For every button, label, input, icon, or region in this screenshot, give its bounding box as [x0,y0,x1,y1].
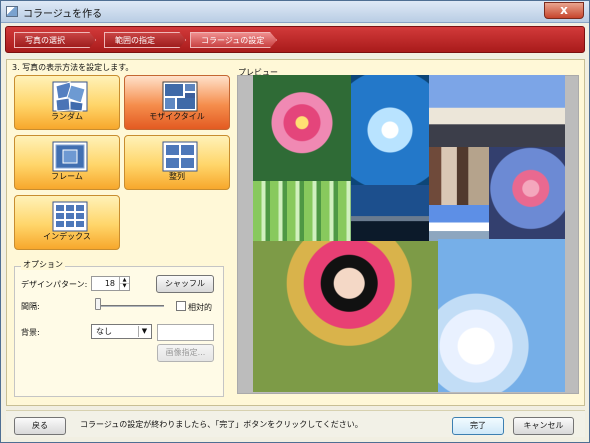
collage-window: コラージュを作る x 写真の選択 範囲の指定 コラージュの設定 3. 写真の表示… [0,0,590,443]
footer-bar: 戻る コラージュの設定が終わりましたら、「完了」ボタンをクリックしてください。 … [6,410,585,437]
collage-preview-canvas [253,75,565,392]
layout-index-button[interactable]: インデックス [14,195,120,250]
design-pattern-label: デザインパターン: [21,280,88,289]
mosaic-tile-icon [162,81,198,112]
background-label: 背景: [21,328,40,337]
cherry-blossom-sky-photo [438,239,565,392]
pink-blossom-photo [489,147,565,239]
align-layout-icon [162,141,198,172]
shuffle-button[interactable]: シャッフル [156,275,214,293]
layout-align-button[interactable]: 整列 [124,135,230,190]
background-select[interactable]: なし ▼ [91,324,152,339]
wooden-house-photo [429,147,489,205]
design-pattern-value: 18 [104,279,115,288]
instruction-message: コラージュの設定が終わりましたら、「完了」ボタンをクリックしてください。 [80,420,363,429]
chevron-down-icon: ▼ [138,326,150,337]
relative-label: 相対的 [188,303,212,312]
layout-index-label: インデックス [43,232,91,241]
spacing-slider-track[interactable] [96,305,164,307]
kimono-portrait-photo [253,241,438,392]
image-specify-button[interactable]: 画像指定... [157,344,214,362]
wizard-step-bar: 写真の選択 範囲の指定 コラージュの設定 [5,26,585,53]
back-button[interactable]: 戻る [14,417,66,435]
close-button[interactable]: x [544,2,584,19]
random-layout-icon [52,81,88,112]
stepper-down-icon[interactable]: ▼ [119,283,129,290]
spacing-label: 間隔: [21,302,40,311]
finish-button[interactable]: 完了 [452,417,504,435]
background-selected-value: なし [96,327,112,336]
snow-mountain-photo [429,205,489,241]
camellia-photo [253,75,351,181]
step-photo-selection[interactable]: 写真の選択 [14,32,96,48]
options-title: オプション [21,259,65,270]
index-layout-icon [52,201,88,232]
layout-align-label: 整列 [169,172,185,181]
cancel-button[interactable]: キャンセル [513,417,574,435]
mountain-night-photo [351,185,429,241]
layout-mosaic-tile-label: モザイクタイル [149,112,205,121]
sun-sky-photo [351,75,429,185]
title-bar: コラージュを作る x [1,1,589,23]
spacing-slider-thumb[interactable] [95,298,101,310]
layout-frame-button[interactable]: フレーム [14,135,120,190]
close-icon: x [560,3,568,17]
bamboo-photo [253,181,351,241]
layout-frame-label: フレーム [51,172,83,181]
frame-layout-icon [52,141,88,172]
layout-random-button[interactable]: ランダム [14,75,120,130]
snow-flower-photo [429,75,565,147]
background-color-swatch[interactable] [157,324,214,341]
layout-random-label: ランダム [51,112,83,121]
design-pattern-stepper[interactable]: 18 ▲ ▼ [91,276,130,291]
step-range-selection[interactable]: 範囲の指定 [104,32,186,48]
section-heading: 3. 写真の表示方法を設定します。 [12,63,134,72]
app-window-icon [6,6,18,17]
step-collage-settings[interactable]: コラージュの設定 [190,32,277,48]
window-title: コラージュを作る [23,9,103,20]
layout-mosaic-tile-button[interactable]: モザイクタイル [124,75,230,130]
relative-checkbox[interactable] [176,301,186,311]
